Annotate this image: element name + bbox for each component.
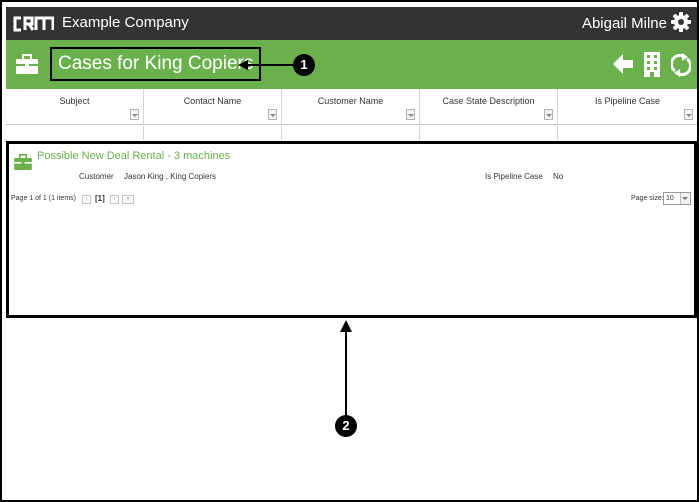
- callout-1-badge: 1: [293, 54, 315, 76]
- pager-next-button[interactable]: ›: [110, 195, 119, 204]
- filter-cell[interactable]: [144, 126, 282, 140]
- user-name[interactable]: Abigail Milne: [582, 15, 667, 32]
- briefcase-icon: [14, 154, 32, 170]
- callout-2-badge: 2: [335, 415, 357, 437]
- pager-last-button[interactable]: »: [122, 195, 134, 204]
- filter-dropdown-icon[interactable]: [406, 109, 415, 120]
- chevron-down-icon: [682, 197, 688, 200]
- column-header-case-state-description[interactable]: Case State Description: [420, 89, 558, 125]
- filter-row: [6, 126, 697, 140]
- filter-dropdown-icon[interactable]: [544, 109, 553, 120]
- page-size-label: Page size:: [631, 195, 664, 202]
- top-bar: Example Company Abigail Milne: [6, 7, 697, 40]
- customer-value: Jason King , King Copiers: [124, 172, 217, 181]
- page-title: Cases for King Copiers: [50, 47, 262, 81]
- pipeline-case-value: No: [553, 172, 564, 181]
- page-header: Cases for King Copiers: [6, 40, 697, 89]
- gear-icon[interactable]: [671, 12, 691, 32]
- pager-summary: Page 1 of 1 (1 items): [11, 195, 76, 202]
- company-name: Example Company: [62, 14, 189, 31]
- filter-dropdown-icon[interactable]: [684, 109, 693, 120]
- building-icon[interactable]: [644, 52, 660, 77]
- column-header-contact-name[interactable]: Contact Name: [144, 89, 282, 125]
- filter-cell[interactable]: [282, 126, 420, 140]
- pipeline-case-label: Is Pipeline Case: [485, 172, 543, 181]
- pager-first-button[interactable]: ‹: [82, 195, 91, 204]
- filter-dropdown-icon[interactable]: [268, 109, 277, 120]
- pager-current-page: [1]: [95, 194, 105, 203]
- callout-1-arrow-head: [238, 60, 248, 70]
- callout-2-arrow-line: [345, 328, 347, 418]
- filter-cell[interactable]: [420, 126, 558, 140]
- column-header-is-pipeline-case[interactable]: Is Pipeline Case: [558, 89, 697, 125]
- callout-2-arrow-head: [340, 320, 352, 332]
- crm-logo: [13, 16, 54, 32]
- grid-header: Subject Contact Name Customer Name Case …: [6, 89, 697, 125]
- filter-dropdown-icon[interactable]: [130, 109, 139, 120]
- filter-cell[interactable]: [6, 126, 144, 140]
- briefcase-icon: [16, 54, 38, 74]
- callout-1-arrow-line: [242, 64, 294, 66]
- screenshot-frame: Example Company Abigail Milne Cases for …: [0, 0, 699, 502]
- column-header-customer-name[interactable]: Customer Name: [282, 89, 420, 125]
- back-arrow-icon[interactable]: [612, 53, 634, 75]
- column-header-subject[interactable]: Subject: [6, 89, 144, 125]
- page-size-select[interactable]: 10: [663, 192, 691, 205]
- refresh-icon[interactable]: [671, 53, 691, 77]
- customer-label: Customer: [79, 172, 114, 181]
- case-results-panel: Possible New Deal Rental - 3 machines Cu…: [6, 141, 697, 318]
- case-title-link[interactable]: Possible New Deal Rental - 3 machines: [37, 150, 230, 162]
- filter-cell[interactable]: [558, 126, 697, 140]
